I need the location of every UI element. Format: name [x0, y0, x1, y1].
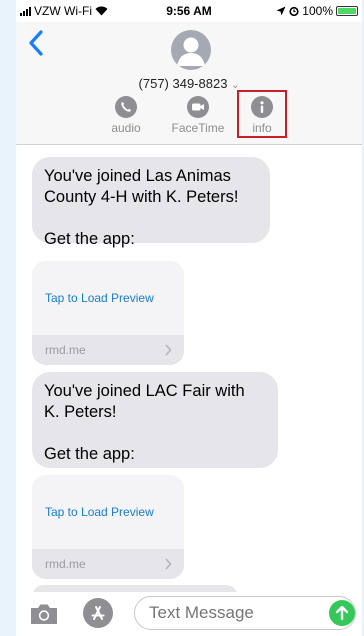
- contact-avatar[interactable]: [171, 30, 211, 70]
- status-right: 100%: [276, 4, 358, 18]
- link-domain: rmd.me: [45, 343, 86, 357]
- link-preview-footer: rmd.me: [32, 549, 184, 579]
- phone-icon: [115, 96, 137, 118]
- person-silhouette-icon: [177, 37, 205, 66]
- link-preview-card[interactable]: Tap to Load Preview rmd.me: [32, 261, 184, 365]
- back-chevron-icon[interactable]: [26, 28, 48, 58]
- chevron-right-icon: [165, 558, 172, 570]
- send-arrow-icon: [335, 605, 349, 621]
- conversation-header: (757) 349-8823 ⌄ audio FaceTime info: [16, 22, 362, 145]
- link-preview-footer: rmd.me: [32, 335, 184, 365]
- link-domain: rmd.me: [45, 557, 86, 571]
- contact-name[interactable]: (757) 349-8823 ⌄: [16, 76, 362, 91]
- battery-icon: [336, 6, 358, 16]
- chevron-right-icon: [165, 344, 172, 356]
- status-bar: VZW Wi-Fi 9:56 AM 100%: [16, 0, 362, 22]
- facetime-button[interactable]: FaceTime: [168, 96, 228, 135]
- facetime-label: FaceTime: [171, 121, 225, 135]
- message-list[interactable]: You've joined Las Animas County 4-H with…: [16, 145, 362, 599]
- text-message-input[interactable]: [134, 596, 356, 630]
- battery-percent: 100%: [302, 4, 333, 18]
- location-arrow-icon: [276, 6, 286, 16]
- link-preview-card[interactable]: Tap to Load Preview rmd.me: [32, 475, 184, 579]
- message-bubble[interactable]: You've joined Las Animas County 4-H with…: [32, 157, 270, 248]
- audio-label: audio: [111, 121, 141, 135]
- alarm-clock-icon: [289, 6, 299, 16]
- compose-bar: [16, 592, 362, 636]
- tap-to-load-preview[interactable]: Tap to Load Preview: [32, 475, 184, 549]
- contact-number: (757) 349-8823: [138, 76, 228, 91]
- tap-to-load-preview[interactable]: Tap to Load Preview: [32, 261, 184, 335]
- info-highlight-box: [237, 90, 287, 138]
- audio-button[interactable]: audio: [96, 96, 156, 135]
- messages-screen: VZW Wi-Fi 9:56 AM 100% (757) 349-8823 ⌄ …: [16, 0, 362, 636]
- app-store-icon[interactable]: [83, 598, 113, 628]
- message-bubble[interactable]: You've joined LAC Fair with K. Peters! G…: [32, 372, 278, 468]
- send-button[interactable]: [329, 600, 355, 626]
- camera-icon[interactable]: [28, 602, 60, 626]
- video-camera-icon: [187, 96, 209, 118]
